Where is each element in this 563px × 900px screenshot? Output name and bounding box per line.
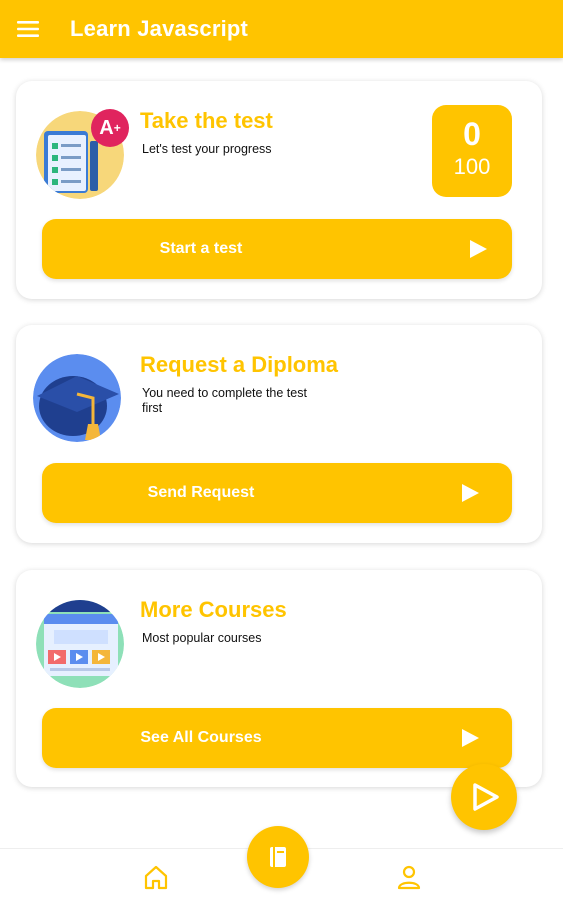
see-all-courses-button[interactable]: See All Courses: [42, 708, 512, 768]
play-fab-button[interactable]: [451, 764, 517, 830]
play-icon: [473, 783, 499, 811]
start-test-button-label: Start a test: [159, 240, 243, 257]
card-title: Request a Diploma: [140, 352, 339, 377]
card-subtitle: Most popular courses: [142, 631, 262, 645]
grade-badge-icon: A+: [91, 109, 129, 147]
card-title: More Courses: [140, 597, 287, 622]
play-arrow-icon: [470, 240, 487, 258]
send-request-button[interactable]: Send Request: [42, 463, 512, 523]
book-nav-button[interactable]: [247, 826, 309, 888]
diploma-card: Request a Diploma You need to complete t…: [16, 325, 542, 543]
score-box: 0 100: [432, 105, 512, 197]
card-subtitle: You need to complete the test first: [142, 386, 307, 415]
hamburger-menu-icon[interactable]: [0, 0, 56, 58]
app-title: Learn Javascript: [70, 16, 249, 41]
graduation-cap-icon: [33, 354, 121, 442]
start-test-button[interactable]: Start a test: [42, 219, 512, 279]
courses-card: More Courses Most popular courses See Al…: [16, 570, 542, 787]
home-icon[interactable]: [142, 863, 170, 891]
person-icon[interactable]: [395, 863, 423, 891]
play-arrow-icon: [462, 484, 479, 502]
card-title: Take the test: [140, 108, 273, 133]
book-icon: [270, 847, 286, 867]
see-all-courses-button-label: See All Courses: [140, 729, 262, 746]
test-card: A+ Take the test Let's test your progres…: [16, 81, 542, 299]
courses-browser-icon: [36, 600, 124, 688]
score-max: 100: [453, 154, 491, 179]
play-arrow-icon: [462, 729, 479, 747]
card-subtitle: Let's test your progress: [142, 142, 272, 156]
score-value: 0: [463, 116, 481, 152]
send-request-button-label: Send Request: [147, 484, 255, 501]
app-bar: Learn Javascript: [0, 0, 563, 58]
